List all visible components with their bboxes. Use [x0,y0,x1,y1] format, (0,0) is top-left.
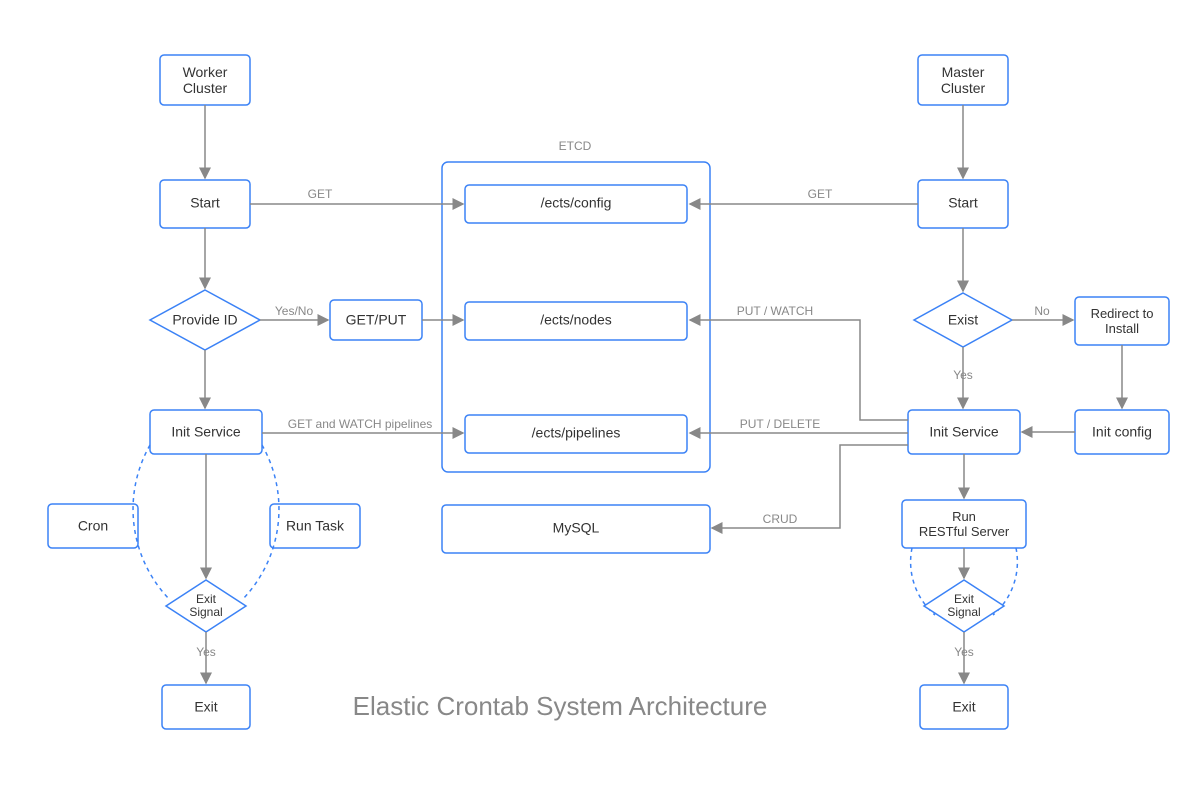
svg-text:GET: GET [808,187,833,201]
svg-text:/ects/config: /ects/config [541,195,612,211]
svg-text:/ects/nodes: /ects/nodes [540,312,612,328]
diagram-title: Elastic Crontab System Architecture [353,691,768,721]
svg-text:Init Service: Init Service [929,424,998,440]
svg-text:CRUD: CRUD [763,512,798,526]
svg-text:Start: Start [948,195,978,211]
svg-text:PUT / WATCH: PUT / WATCH [737,304,813,318]
svg-text:Cron: Cron [78,518,108,534]
svg-text:Yes: Yes [954,645,974,659]
svg-text:Init config: Init config [1092,424,1152,440]
svg-text:MySQL: MySQL [553,520,600,536]
svg-text:Exit: Exit [952,699,975,715]
svg-text:MasterCluster: MasterCluster [941,64,986,96]
svg-text:Init Service: Init Service [171,424,240,440]
svg-text:Exit: Exit [194,699,217,715]
svg-text:GET/PUT: GET/PUT [346,312,407,328]
svg-text:Start: Start [190,195,220,211]
svg-text:GET and WATCH pipelines: GET and WATCH pipelines [288,417,433,431]
svg-text:Yes: Yes [953,368,973,382]
arrow-initm-mysql [712,445,908,528]
svg-text:No: No [1034,304,1050,318]
svg-text:/ects/pipelines: /ects/pipelines [532,425,621,441]
svg-text:Run Task: Run Task [286,518,345,534]
svg-text:PUT / DELETE: PUT / DELETE [740,417,820,431]
arrow-initm-nodes [690,320,908,420]
svg-text:Yes: Yes [196,645,216,659]
svg-text:Yes/No: Yes/No [275,304,314,318]
svg-text:Exist: Exist [948,312,978,328]
architecture-diagram: ETCD /ects/config /ects/nodes /ects/pipe… [0,0,1200,785]
svg-text:WorkerCluster: WorkerCluster [183,64,228,96]
svg-text:Provide ID: Provide ID [172,312,237,328]
svg-text:GET: GET [308,187,333,201]
etcd-label: ETCD [559,139,592,153]
